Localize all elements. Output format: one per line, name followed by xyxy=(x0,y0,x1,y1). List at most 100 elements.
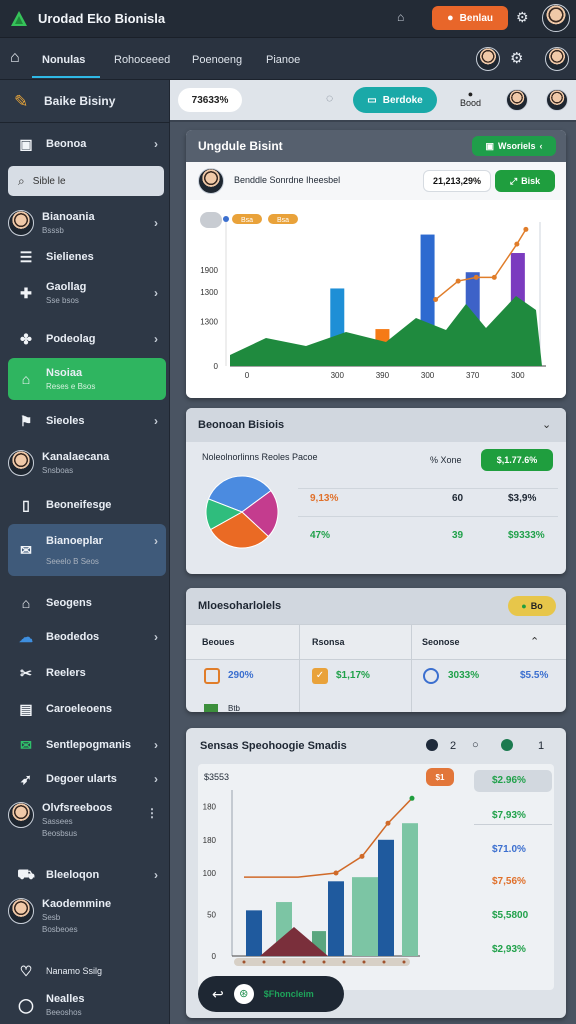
chevron-right-icon: › xyxy=(154,772,158,786)
main-nav: ⌂ Nonulas Rohoceeed Poenoeng Pianoe ⚙ xyxy=(0,38,576,80)
x-tick-dot xyxy=(302,960,306,964)
tab-nonulas[interactable]: Nonulas xyxy=(32,46,100,78)
bar xyxy=(328,881,344,956)
circle-icon: ○ xyxy=(472,739,479,751)
divider xyxy=(0,122,170,123)
sidebar-item-reelers[interactable]: ✂ Reelers xyxy=(8,662,166,684)
divider xyxy=(411,625,412,712)
sidebar-item-beonoa[interactable]: ▣ Beonoa › xyxy=(8,132,166,156)
header-badge: $,1.77.6% xyxy=(481,449,553,471)
sidebar-item-seogens[interactable]: ⌂ Seogens xyxy=(8,592,166,614)
sidebar-item-olvfsreeboos[interactable]: Olvfsreeboos Sassees Beosbsus ⋮ xyxy=(8,802,166,846)
trend-point xyxy=(523,226,529,232)
house-icon: ⌂ xyxy=(21,595,31,611)
sidebar-item-nanamo[interactable]: ♡ Nanamo Ssilg xyxy=(8,960,166,982)
nav-avatar-2[interactable] xyxy=(545,47,569,71)
chevron-right-icon: › xyxy=(154,216,158,230)
trend-point xyxy=(359,853,365,859)
more-icon: ⋮ xyxy=(146,806,158,820)
action-button[interactable]: ⤢ Bisk xyxy=(495,170,555,192)
gear-icon[interactable]: ⚙ xyxy=(510,49,523,67)
circle-icon: ◯ xyxy=(18,996,34,1013)
card-header-row: Benddle Sonrdne Iheesbel 21,213,29% ⤢ Bis… xyxy=(186,162,566,200)
app-title: Urodad Eko Bionisla xyxy=(38,11,166,26)
sidebar-item-gaollag[interactable]: ✚ Gaollag Sse bsos › xyxy=(8,278,166,308)
profile-badge[interactable]: ● Bood xyxy=(460,90,481,108)
legend-label: Bsa xyxy=(277,217,289,224)
card-badge[interactable]: ▣ Wsoriels ‹ xyxy=(472,136,556,156)
tab-poenoeng[interactable]: Poenoeng xyxy=(192,54,242,66)
row-1-b: 60 xyxy=(452,493,464,504)
bar xyxy=(246,910,262,956)
sidebar-item-nsoiaa[interactable]: ⌂ Nsoiaa Reses e Bsos xyxy=(8,358,166,400)
legend-dot-icon xyxy=(426,739,438,751)
card-sensas: Sensas Speohoogie Smadis 2 ○ 1 $3553 $1 … xyxy=(186,728,566,1018)
sidebar-item-nealles[interactable]: ◯ Nealles Beeoshos xyxy=(8,990,166,1020)
trend-point xyxy=(333,870,339,876)
list-icon xyxy=(204,668,220,684)
box-icon: ⌂ xyxy=(21,371,31,387)
clock-icon xyxy=(423,668,439,684)
settings-icon[interactable]: ⚙ xyxy=(516,9,529,26)
sidebar-item-bianoeplar[interactable]: ✉ Bianoeplar Seeelo B Seos › xyxy=(8,524,166,576)
combo-chart: 180 180 100 50 0 xyxy=(203,790,420,966)
divider xyxy=(299,625,300,712)
chevron-right-icon: › xyxy=(154,137,158,151)
x-tick-label: 300 xyxy=(421,371,435,380)
sidebar-item-sieoles[interactable]: ⚑ Sieoles › xyxy=(8,410,166,432)
chevron-down-icon[interactable]: ⌄ xyxy=(542,418,551,431)
sidebar-item-kanalaecana[interactable]: Kanalaecana Snsboas xyxy=(8,448,166,478)
sidebar-item-podeolag[interactable]: ✤ Podeolag › xyxy=(8,328,166,350)
row-1-c: $3,9% xyxy=(508,493,537,504)
sidebar-item-degoer[interactable]: ➶ Degoer ularts › xyxy=(8,768,166,790)
sidebar-item-kaodemmine[interactable]: Kaodemmine Sesb Bosbeoes xyxy=(8,898,166,942)
avatar xyxy=(8,802,34,828)
value-field[interactable]: 73633% xyxy=(178,88,242,112)
row-2-c: $9333% xyxy=(508,530,545,541)
rocket-icon: ➶ xyxy=(20,770,32,787)
legend-dot xyxy=(223,216,229,222)
person-name: Benddle Sonrdne Iheesbel xyxy=(234,175,341,185)
nav-avatar[interactable] xyxy=(476,47,500,71)
row-icon xyxy=(204,704,218,712)
y-tick-label: 1300 xyxy=(200,288,218,297)
search-input[interactable]: ⌕ Sible le xyxy=(8,166,164,196)
sidebar-item-beoneifesge[interactable]: ▯ Beoneifesge xyxy=(8,494,166,516)
toolbar-avatar[interactable] xyxy=(506,89,528,111)
sidebar-item-beodedos[interactable]: ☁ Beodedos › xyxy=(8,626,166,648)
x-tick-dot xyxy=(342,960,346,964)
chevron-right-icon: › xyxy=(154,868,158,882)
x-tick-dot xyxy=(402,960,406,964)
tab-rohoceeed[interactable]: Rohoceeed xyxy=(114,54,170,66)
sidebar-item-caroeleoens[interactable]: ▤ Caroeleoens xyxy=(8,698,166,720)
chevron-up-icon[interactable]: ⌃ xyxy=(530,635,539,648)
top-action-button[interactable]: ● Benlau xyxy=(432,6,508,30)
sidebar-item-sielienes[interactable]: ☰ Sielienes xyxy=(8,246,166,268)
x-tick-dot xyxy=(282,960,286,964)
y-tick-label: 180 xyxy=(203,836,217,845)
bar xyxy=(402,823,418,956)
tab-pianoe[interactable]: Pianoe xyxy=(266,54,300,66)
card-mloesoharlolels: Mloesoharlolels ● Bo Beoues Rsonsa Seonos… xyxy=(186,588,566,712)
bag-icon[interactable]: ⌂ xyxy=(397,10,404,24)
sidebar-item-bianoania[interactable]: Bianoania Bsssb › xyxy=(8,208,166,238)
puzzle-icon: ✚ xyxy=(20,284,32,301)
sidebar-item-bleeloqon[interactable]: ⛟ Bleeloqon › xyxy=(8,864,166,886)
toolbar-button[interactable]: ▭ Berdoke xyxy=(353,87,437,113)
row-2-b: 39 xyxy=(452,530,464,541)
toolbar-avatar-2[interactable] xyxy=(546,89,568,111)
sidebar-item-sentlepogmanis[interactable]: ✉ Sentlepogmanis › xyxy=(8,734,166,756)
y-tick-label: 100 xyxy=(203,869,217,878)
avatar xyxy=(8,898,34,924)
home-icon[interactable]: ⌂ xyxy=(10,49,20,67)
card-badge[interactable]: ● Bo xyxy=(508,596,556,616)
user-avatar[interactable] xyxy=(542,4,570,32)
header-mid: % Xone xyxy=(430,455,462,465)
card-title: Beonoan Bisiois xyxy=(186,408,566,442)
card-subtitle: Noleolnorlinns Reoles Pacoe xyxy=(202,452,318,462)
trend-point xyxy=(433,297,439,303)
chevron-left-icon: ‹ xyxy=(539,141,543,151)
legend-dot-icon xyxy=(501,739,513,751)
footer-pill[interactable]: ↩ ⊛ $Fhoncleim xyxy=(198,976,344,1012)
refresh-icon[interactable]: ◌ xyxy=(326,91,333,105)
